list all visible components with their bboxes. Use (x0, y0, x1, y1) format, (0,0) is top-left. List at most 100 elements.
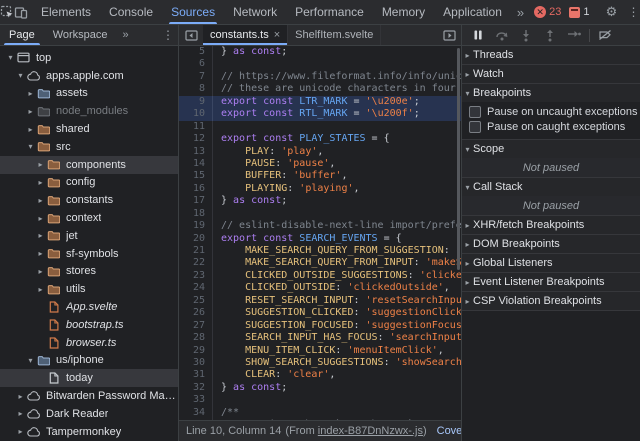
line-number[interactable]: 14 (179, 158, 212, 170)
tree-item-constants[interactable]: ▸constants (0, 191, 178, 209)
line-number[interactable]: 9 (179, 96, 212, 108)
editor-scrollbar[interactable] (457, 48, 460, 270)
disclosure-right-icon[interactable]: ▸ (35, 178, 46, 187)
navigator-tab-workspace[interactable]: Workspace (44, 25, 117, 45)
tree-item-us-iphone[interactable]: ▾us/iphone (0, 352, 178, 370)
line-number[interactable]: 12 (179, 133, 212, 145)
tree-item-components[interactable]: ▸components (0, 156, 178, 174)
toggle-device-toolbar-icon[interactable] (14, 0, 28, 24)
line-number[interactable]: 31 (179, 369, 212, 381)
section-header-call-stack[interactable]: ▾Call Stack (462, 178, 640, 196)
line-number[interactable]: 26 (179, 307, 212, 319)
disclosure-right-icon[interactable]: ▸ (35, 249, 46, 258)
tree-item-dark-reader[interactable]: ▸Dark Reader (0, 405, 178, 423)
section-header-scope[interactable]: ▾Scope (462, 140, 640, 158)
disclosure-right-icon[interactable]: ▸ (15, 392, 26, 401)
step-over-icon[interactable] (490, 25, 514, 45)
section-header-xhr-fetch-breakpoints[interactable]: ▸XHR/fetch Breakpoints (462, 216, 640, 234)
disclosure-right-icon[interactable]: ▸ (35, 267, 46, 276)
section-header-dom-breakpoints[interactable]: ▸DOM Breakpoints (462, 235, 640, 253)
pause-icon[interactable] (466, 25, 490, 45)
disclosure-right-icon[interactable]: ▸ (25, 107, 36, 116)
tree-item-context[interactable]: ▸context (0, 209, 178, 227)
settings-gear-icon[interactable]: ⚙ (598, 4, 624, 20)
line-number[interactable]: 13 (179, 146, 212, 158)
line-number[interactable]: 22 (179, 257, 212, 269)
line-number[interactable]: 32 (179, 382, 212, 394)
deactivate-breakpoints-icon[interactable] (593, 25, 617, 45)
tree-item-today[interactable]: today (0, 369, 178, 387)
line-number[interactable]: 33 (179, 394, 212, 406)
line-number[interactable]: 24 (179, 282, 212, 294)
disclosure-right-icon[interactable]: ▸ (15, 427, 26, 436)
more-panels-icon[interactable]: » (511, 0, 530, 24)
disclosure-right-icon[interactable]: ▸ (35, 160, 46, 169)
step-icon[interactable] (562, 25, 586, 45)
step-out-icon[interactable] (538, 25, 562, 45)
tree-item-config[interactable]: ▸config (0, 174, 178, 192)
line-number[interactable]: 11 (179, 121, 212, 133)
line-number[interactable]: 19 (179, 220, 212, 232)
checkbox-pause-on-caught-exceptions[interactable]: Pause on caught exceptions (462, 120, 640, 136)
tree-item-shared[interactable]: ▸shared (0, 120, 178, 138)
disclosure-down-icon[interactable]: ▾ (5, 53, 16, 62)
tree-item-stores[interactable]: ▸stores (0, 263, 178, 281)
step-into-icon[interactable] (514, 25, 538, 45)
kebab-menu-icon[interactable]: ⋮ (624, 5, 640, 19)
line-number[interactable]: 5 (179, 46, 212, 58)
tree-item-sf-symbols[interactable]: ▸sf-symbols (0, 245, 178, 263)
section-header-threads[interactable]: ▸Threads (462, 46, 640, 64)
line-number[interactable]: 23 (179, 270, 212, 282)
editor-tab-constants-ts[interactable]: constants.ts× (203, 25, 288, 45)
disclosure-right-icon[interactable]: ▸ (25, 89, 36, 98)
disclosure-down-icon[interactable]: ▾ (25, 142, 36, 151)
section-header-event-listener-breakpoints[interactable]: ▸Event Listener Breakpoints (462, 273, 640, 291)
line-number[interactable]: 21 (179, 245, 212, 257)
code-editor[interactable]: 5} as const;67// https://www.fileformat.… (179, 46, 461, 420)
line-number[interactable]: 6 (179, 58, 212, 70)
console-errors-badge[interactable]: ✕ 23 (534, 6, 561, 18)
checkbox-box[interactable] (469, 121, 481, 133)
toggle-navigator-sidebar-icon[interactable] (179, 25, 203, 45)
line-number[interactable]: 8 (179, 83, 212, 95)
tree-item-src[interactable]: ▾src (0, 138, 178, 156)
panel-tab-sources[interactable]: Sources (162, 0, 224, 24)
coverage-link[interactable]: Covera (437, 425, 461, 437)
inspect-element-icon[interactable] (0, 0, 14, 24)
line-number[interactable]: 15 (179, 170, 212, 182)
tree-item-node-modules[interactable]: ▸node_modules (0, 102, 178, 120)
disclosure-right-icon[interactable]: ▸ (25, 125, 36, 134)
panel-tab-network[interactable]: Network (224, 0, 286, 24)
line-number[interactable]: 17 (179, 195, 212, 207)
tree-item-utils[interactable]: ▸utils (0, 280, 178, 298)
line-number[interactable]: 28 (179, 332, 212, 344)
line-number[interactable]: 20 (179, 233, 212, 245)
disclosure-right-icon[interactable]: ▸ (35, 231, 46, 240)
disclosure-right-icon[interactable]: ▸ (35, 196, 46, 205)
disclosure-right-icon[interactable]: ▸ (35, 214, 46, 223)
checkbox-box[interactable] (469, 106, 481, 118)
panel-tab-memory[interactable]: Memory (373, 0, 434, 24)
navigator-tab-page[interactable]: Page (0, 25, 44, 45)
tree-item-browser-ts[interactable]: browser.ts (0, 334, 178, 352)
issues-badge[interactable]: 1 (569, 6, 589, 18)
line-number[interactable]: 35 (179, 419, 212, 420)
tree-item-app-svelte[interactable]: App.svelte (0, 298, 178, 316)
tree-item-bootstrap-ts[interactable]: bootstrap.ts (0, 316, 178, 334)
line-number[interactable]: 25 (179, 295, 212, 307)
panel-tab-application[interactable]: Application (434, 0, 511, 24)
section-header-breakpoints[interactable]: ▾Breakpoints (462, 84, 640, 102)
line-number[interactable]: 18 (179, 208, 212, 220)
tree-item-assets[interactable]: ▸assets (0, 85, 178, 103)
line-number[interactable]: 29 (179, 345, 212, 357)
panel-tab-console[interactable]: Console (100, 0, 162, 24)
line-number[interactable]: 16 (179, 183, 212, 195)
more-navigator-tabs-icon[interactable]: » (117, 25, 135, 45)
section-header-global-listeners[interactable]: ▸Global Listeners (462, 254, 640, 272)
checkbox-pause-on-uncaught-exceptions[interactable]: Pause on uncaught exceptions (462, 104, 640, 120)
navigator-kebab-icon[interactable]: ⋮ (158, 25, 178, 45)
close-tab-icon[interactable]: × (274, 29, 280, 41)
tree-item-jet[interactable]: ▸jet (0, 227, 178, 245)
line-number[interactable]: 30 (179, 357, 212, 369)
toggle-debugger-sidebar-icon[interactable] (437, 25, 461, 45)
